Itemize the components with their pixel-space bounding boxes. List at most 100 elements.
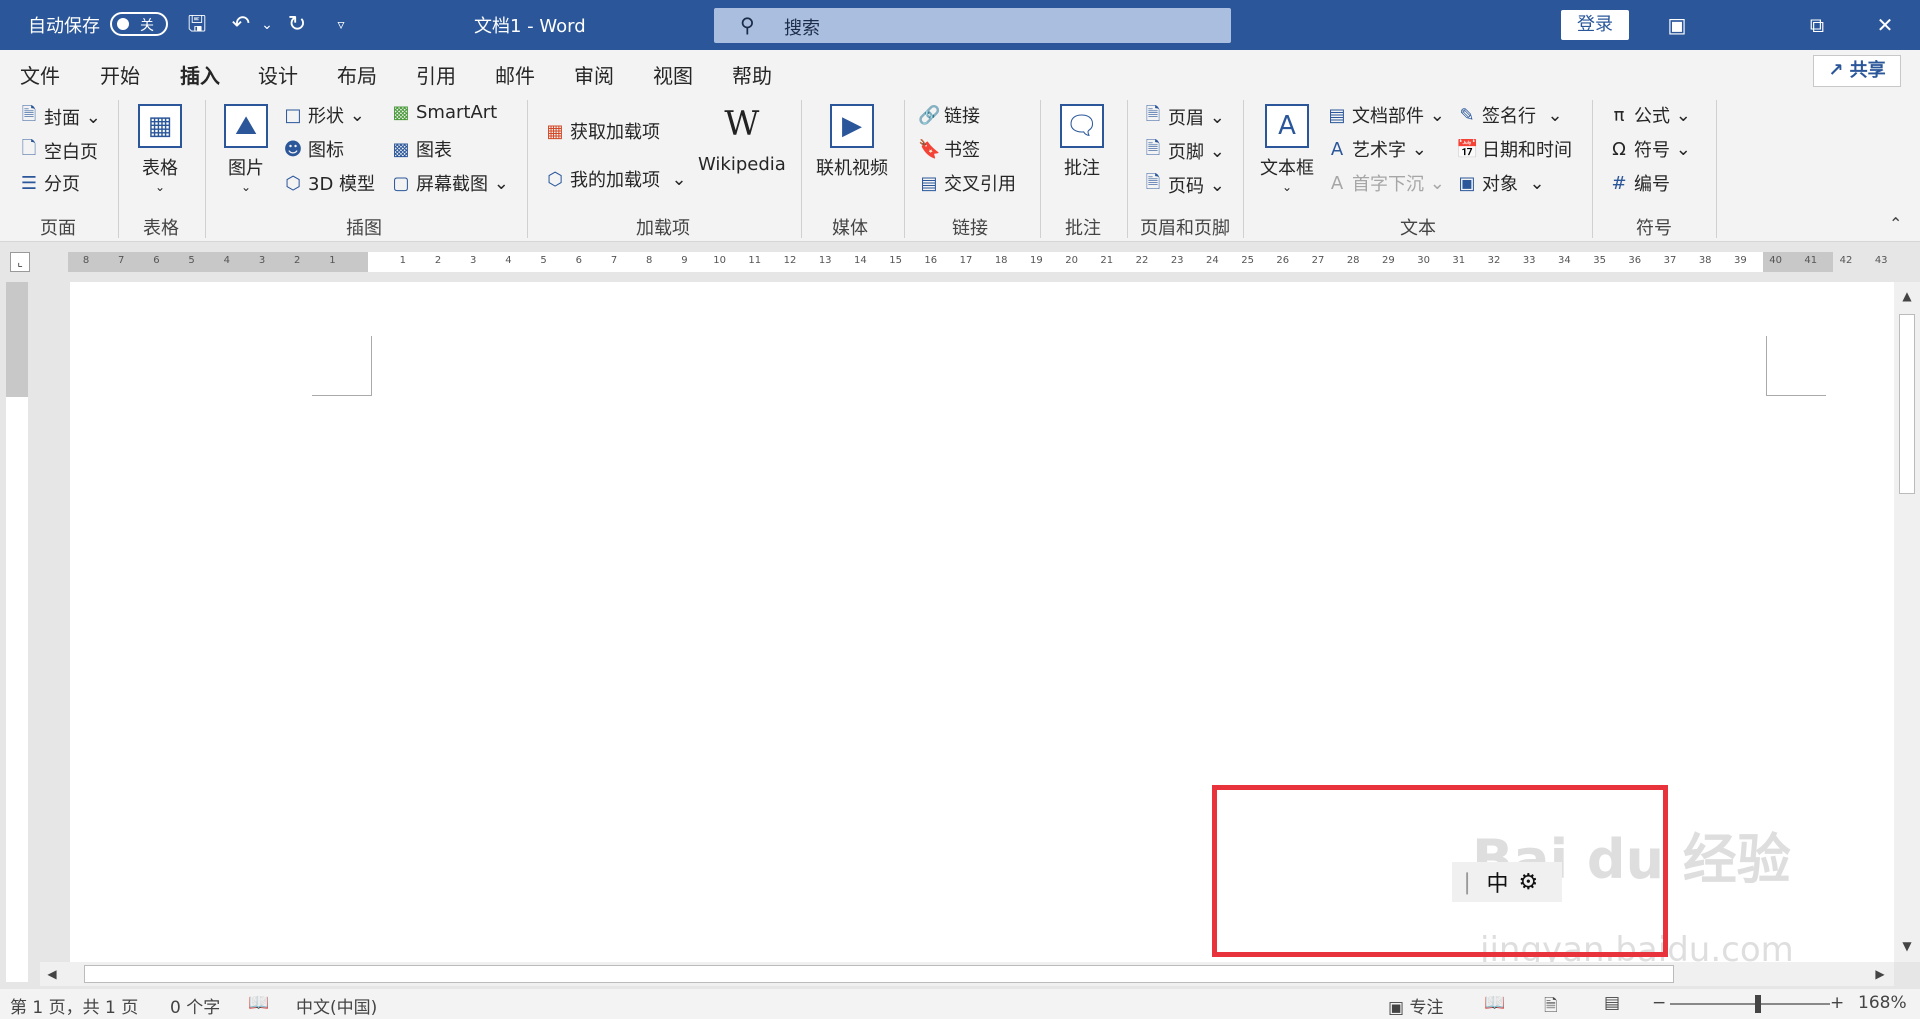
scroll-right-icon[interactable]: ▶ (1870, 964, 1890, 984)
vertical-ruler[interactable] (6, 282, 28, 982)
scroll-up-icon[interactable]: ▲ (1897, 286, 1917, 306)
ruler-tick-label: 1 (329, 255, 336, 266)
ruler-tick-label: 36 (1628, 255, 1642, 266)
ruler-tick-label: 22 (1135, 255, 1149, 266)
undo-dropdown-icon[interactable]: ⌄ (252, 10, 282, 40)
share-button[interactable]: ↗ 共享 (1813, 55, 1901, 87)
ruler-tick-label: 30 (1417, 255, 1430, 266)
crop-mark-top-left (312, 336, 372, 396)
wikipedia-button[interactable]: W Wikipedia (698, 104, 786, 175)
shapes-button[interactable]: □ 形状 ⌄ (282, 102, 364, 128)
ribbon-display-options-icon[interactable]: ▣ (1662, 10, 1692, 40)
ruler-tick-label: 6 (575, 255, 582, 266)
tab-selector[interactable]: ⌞ (10, 252, 30, 272)
scroll-down-icon[interactable]: ▼ (1897, 936, 1917, 956)
tab-design[interactable]: 设计 (258, 60, 298, 89)
vertical-scrollbar[interactable]: ▲ ▼ (1894, 282, 1920, 962)
signature-line-button[interactable]: ✎ 签名行 ⌄ (1456, 102, 1562, 128)
print-layout-icon[interactable]: 🗎 (1544, 993, 1558, 1019)
customize-qat-icon[interactable]: ▿ (326, 10, 356, 40)
tab-file[interactable]: 文件 (20, 60, 60, 89)
symbol-button[interactable]: Ω 符号 ⌄ (1608, 136, 1691, 162)
my-addins-button[interactable]: ⬡ 我的加载项 ⌄ (544, 166, 686, 192)
web-layout-icon[interactable]: ▤ (1604, 993, 1620, 1013)
equation-button[interactable]: π 公式 ⌄ (1608, 102, 1691, 128)
tab-review[interactable]: 审阅 (574, 60, 614, 89)
cover-page-button[interactable]: 🗎 封面 ⌄ (18, 102, 101, 132)
zoom-in-icon[interactable]: + (1830, 993, 1844, 1013)
blank-page-button[interactable]: 🗋 空白页 (18, 136, 98, 166)
crop-mark-top-right (1766, 336, 1826, 396)
link-button[interactable]: 🔗 链接 (918, 102, 980, 128)
object-button[interactable]: ▣ 对象 ⌄ (1456, 170, 1544, 196)
vertical-scroll-thumb[interactable] (1899, 314, 1915, 494)
picture-button[interactable]: ⛰ 图片 ⌄ (224, 104, 268, 194)
restore-icon[interactable]: ⧉ (1802, 10, 1832, 40)
wordart-button[interactable]: A 艺术字 ⌄ (1326, 136, 1427, 162)
footer-label: 页脚 (1168, 142, 1204, 163)
3d-models-button[interactable]: ⬡ 3D 模型 (282, 170, 375, 196)
zoom-slider-thumb[interactable] (1755, 995, 1761, 1013)
smartart-button[interactable]: ▩ SmartArt (390, 102, 497, 123)
icons-icon: ☻ (283, 138, 303, 160)
tab-view[interactable]: 视图 (653, 60, 693, 89)
proofing-icon[interactable]: 📖 (248, 993, 269, 1013)
header-button[interactable]: 🗎 页眉 ⌄ (1142, 102, 1225, 132)
chart-button[interactable]: ▩ 图表 (390, 136, 452, 162)
zoom-slider[interactable] (1670, 1003, 1830, 1005)
zoom-out-icon[interactable]: − (1652, 993, 1666, 1013)
page-number-button[interactable]: 🗎 页码 ⌄ (1142, 170, 1225, 200)
get-addins-button[interactable]: ▦ 获取加载项 (544, 118, 660, 144)
tab-mailings[interactable]: 邮件 (495, 60, 535, 89)
video-icon: ▶ (830, 104, 874, 148)
ruler-scale[interactable]: 8 7 6 5 4 3 2 1 1 2 3 4 5 6 7 8 9 10 11 12 13 14 15 16 17 18 19 20 2… (68, 252, 1888, 272)
chart-label: 图表 (416, 140, 452, 161)
login-button[interactable]: 登录 (1561, 10, 1629, 40)
group-separator (1040, 100, 1041, 238)
ruler-tick-label: 5 (540, 255, 547, 266)
tab-references[interactable]: 引用 (416, 60, 456, 89)
icons-label: 图标 (308, 140, 344, 161)
page-break-button[interactable]: ☰ 分页 (18, 170, 80, 196)
group-links-label: 链接 (952, 218, 988, 239)
quick-parts-button[interactable]: ▤ 文档部件 ⌄ (1326, 102, 1444, 128)
scroll-left-icon[interactable]: ◀ (42, 964, 62, 984)
cross-reference-button[interactable]: ▤ 交叉引用 (918, 170, 1016, 196)
word-count[interactable]: 0 个字 (170, 993, 220, 1018)
ruler-tick-label: 10 (713, 255, 726, 266)
textbox-button[interactable]: A 文本框 ⌄ (1260, 104, 1314, 194)
date-time-button[interactable]: 📅 日期和时间 (1456, 136, 1572, 162)
online-video-button[interactable]: ▶ 联机视频 (816, 104, 888, 180)
tab-help[interactable]: 帮助 (732, 60, 772, 89)
read-mode-icon[interactable]: 📖 (1484, 993, 1505, 1013)
tab-insert[interactable]: 插入 (180, 60, 220, 97)
number-button[interactable]: # 编号 (1608, 170, 1670, 196)
group-symbols-label: 符号 (1636, 218, 1672, 239)
footer-button[interactable]: 🗎 页脚 ⌄ (1142, 136, 1225, 166)
comment-button[interactable]: 🗨 批注 (1060, 104, 1104, 180)
language[interactable]: 中文(中国) (296, 993, 377, 1018)
search-box[interactable]: ⚲ 搜索 (714, 8, 1231, 43)
collapse-ribbon-icon[interactable]: ⌃ (1889, 214, 1902, 233)
autosave-toggle[interactable]: 关 (110, 12, 168, 36)
tab-home[interactable]: 开始 (100, 60, 140, 89)
group-separator (527, 100, 528, 238)
zoom-level[interactable]: 168% (1858, 993, 1907, 1013)
drop-cap-button[interactable]: A 首字下沉 ⌄ (1326, 170, 1445, 196)
page-count[interactable]: 第 1 页，共 1 页 (10, 993, 138, 1018)
screenshot-button[interactable]: ▢ 屏幕截图 ⌄ (390, 170, 508, 196)
close-icon[interactable]: ✕ (1870, 10, 1900, 40)
horizontal-scroll-thumb[interactable] (84, 965, 1674, 983)
ruler-tick-label: 35 (1593, 255, 1606, 266)
ruler-tick-label: 26 (1276, 255, 1290, 266)
save-icon[interactable]: 🖫 (182, 10, 212, 40)
focus-mode-button[interactable]: ▣ 专注 (1388, 993, 1443, 1018)
redo-icon[interactable]: ↻ (282, 10, 312, 40)
table-button[interactable]: ▦ 表格 ⌄ (138, 104, 182, 194)
highlight-box (1212, 785, 1668, 957)
icons-button[interactable]: ☻ 图标 (282, 136, 344, 162)
bookmark-button[interactable]: 🔖 书签 (918, 136, 980, 162)
ruler-tick-label: 8 (82, 255, 90, 266)
tab-layout[interactable]: 布局 (337, 60, 377, 89)
horizontal-scrollbar[interactable]: ◀ ▶ (40, 962, 1894, 986)
